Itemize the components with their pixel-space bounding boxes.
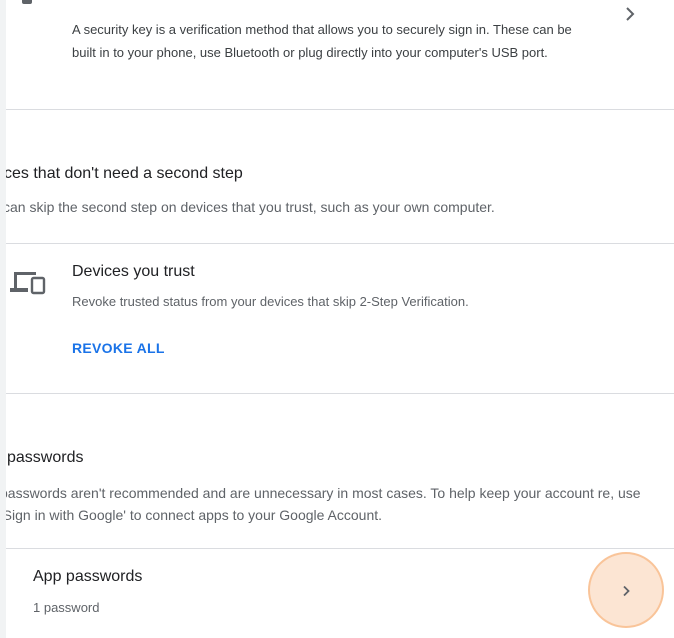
security-key-icon [22,0,32,4]
chevron-right-icon[interactable] [622,6,638,22]
section-description-app-passwords: passwords aren't recommended and are unn… [6,485,641,523]
app-passwords-row[interactable]: App passwords 1 password [6,549,674,638]
devices-you-trust-description: Revoke trusted status from your devices … [72,294,469,309]
app-passwords-open-button[interactable] [610,575,642,607]
devices-you-trust-title: Devices you trust [72,263,195,280]
section-title-skip-second-step: ces that don't need a second step [6,165,243,182]
section-title-app-passwords: passwords [7,449,84,466]
divider [6,109,674,110]
app-passwords-count: 1 password [33,600,100,615]
section-description-skip-second-step: can skip the second step on devices that… [6,199,495,215]
divider [6,393,674,394]
app-passwords-title: App passwords [33,568,143,585]
chevron-right-icon [623,585,630,597]
security-key-description: A security key is a verification method … [72,22,572,60]
settings-panel: A security key is a verification method … [6,0,674,638]
revoke-all-button[interactable]: REVOKE ALL [68,336,169,360]
devices-icon [10,272,46,295]
divider [6,243,674,244]
